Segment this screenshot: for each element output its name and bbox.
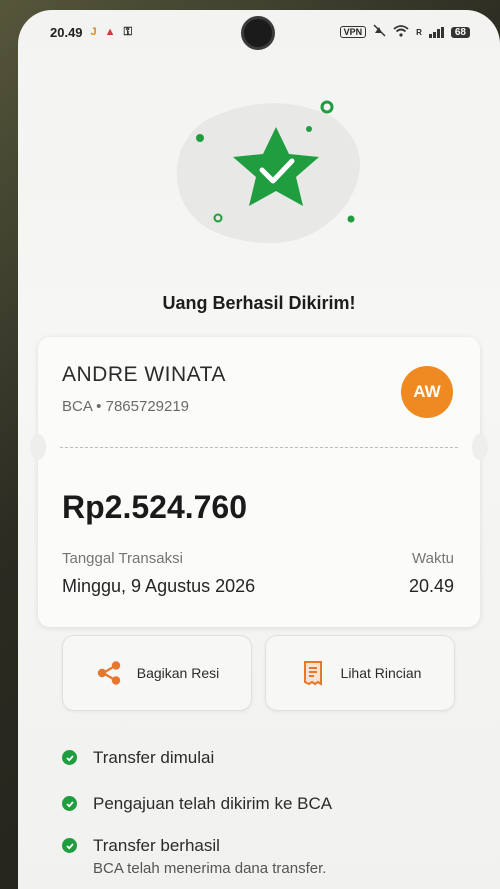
time-label: Waktu [412,550,454,567]
check-icon [62,796,77,811]
date-value: Minggu, 9 Agustus 2026 [62,576,256,596]
card-notch-left [30,434,46,460]
share-receipt-button[interactable]: Bagikan Resi [62,635,252,711]
mute-icon [373,24,386,40]
signal-icon [428,26,444,38]
recipient-account: BCA • 7865729219 [62,398,190,415]
status-right: VPN R 68 [339,24,470,40]
battery-icon: 68 [450,26,470,38]
dashed-divider [60,447,458,448]
timeline-step: Transfer berhasil BCA telah menerima dan… [62,836,326,879]
timeline-step-label: Transfer berhasil [93,836,220,855]
timeline-step-label: Pengajuan telah dikirim ke BCA [93,794,333,813]
status-bar: 20.49 J ▲ ⚿ VPN R 68 [18,10,500,54]
star-check-icon [176,100,360,244]
card-notch-right [472,434,488,460]
share-receipt-label: Bagikan Resi [136,665,220,681]
check-icon [62,838,77,853]
status-time: 20.49 [50,24,83,40]
receipt-card: ANDRE WINATA BCA • 7865729219 AW Rp2.524… [30,337,488,627]
timeline-step: Transfer dimulai [62,748,214,768]
key-icon: ⚿ [123,25,132,38]
avatar: AW [401,366,453,418]
notification-app-icon: J [90,26,97,38]
share-icon [95,659,123,687]
notification-alert-icon: ▲ [104,26,116,38]
status-left: 20.49 J ▲ ⚿ [50,25,132,40]
date-label: Tanggal Transaksi [62,550,183,567]
transfer-amount: Rp2.524.760 [62,489,248,525]
timeline-step-sublabel: BCA telah menerima dana transfer. [93,860,327,877]
time-value: 20.49 [408,576,454,596]
view-details-button[interactable]: Lihat Rincian [265,635,455,711]
view-details-label: Lihat Rincian [340,665,422,681]
screen: 20.49 J ▲ ⚿ VPN R 68 Uang Berhasil Dikir… [18,10,500,889]
timeline-step: Pengajuan telah dikirim ke BCA [62,794,332,814]
front-camera [241,16,275,50]
receipt-icon [299,659,327,687]
success-illustration [163,92,373,252]
vpn-icon: VPN [339,26,367,38]
recipient-name: ANDRE WINATA [62,363,226,386]
check-icon [62,750,77,765]
timeline-step-label: Transfer dimulai [93,748,215,767]
wifi-icon [393,24,409,40]
signal-type: R [416,27,422,37]
success-headline: Uang Berhasil Dikirim! [162,293,356,313]
